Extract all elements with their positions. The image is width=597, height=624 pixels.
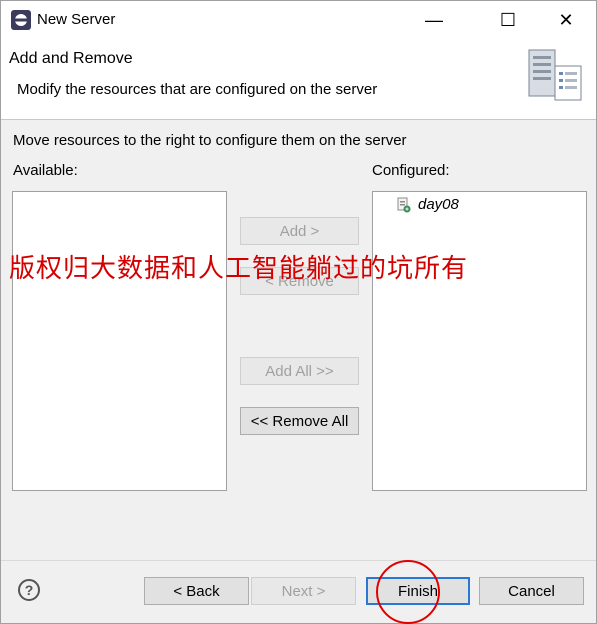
server-wizard-icon	[528, 49, 582, 101]
close-button[interactable]: ✕	[543, 1, 589, 39]
finish-button[interactable]: Finish	[366, 577, 470, 605]
wizard-header: Add and Remove Modify the resources that…	[1, 39, 596, 119]
eclipse-app-icon	[11, 10, 31, 30]
help-icon[interactable]: ?	[18, 579, 40, 601]
remove-all-button[interactable]: << Remove All	[240, 407, 359, 435]
configured-list[interactable]: day08	[372, 191, 587, 491]
configured-item[interactable]: day08	[397, 196, 459, 213]
add-button[interactable]: Add >	[240, 217, 359, 245]
instructions-text: Move resources to the right to configure…	[13, 132, 407, 149]
configured-item-label: day08	[418, 196, 459, 213]
configured-label: Configured:	[372, 162, 450, 179]
add-all-button[interactable]: Add All >>	[240, 357, 359, 385]
window-title: New Server	[37, 11, 116, 28]
title-bar: New Server — ☐ ✕	[1, 1, 596, 39]
available-label: Available:	[13, 162, 78, 179]
back-button[interactable]: < Back	[144, 577, 249, 605]
cancel-button[interactable]: Cancel	[479, 577, 584, 605]
available-list[interactable]	[12, 191, 227, 491]
page-title: Add and Remove	[9, 50, 133, 67]
page-description: Modify the resources that are configured…	[17, 81, 378, 98]
new-server-dialog: New Server — ☐ ✕ Add and Remove Modify t…	[0, 0, 597, 624]
maximize-button[interactable]: ☐	[485, 1, 531, 39]
web-module-icon	[397, 197, 411, 212]
watermark-text: 版权归大数据和人工智能躺过的坑所有	[9, 254, 469, 284]
next-button[interactable]: Next >	[251, 577, 356, 605]
minimize-button[interactable]: —	[411, 1, 457, 39]
